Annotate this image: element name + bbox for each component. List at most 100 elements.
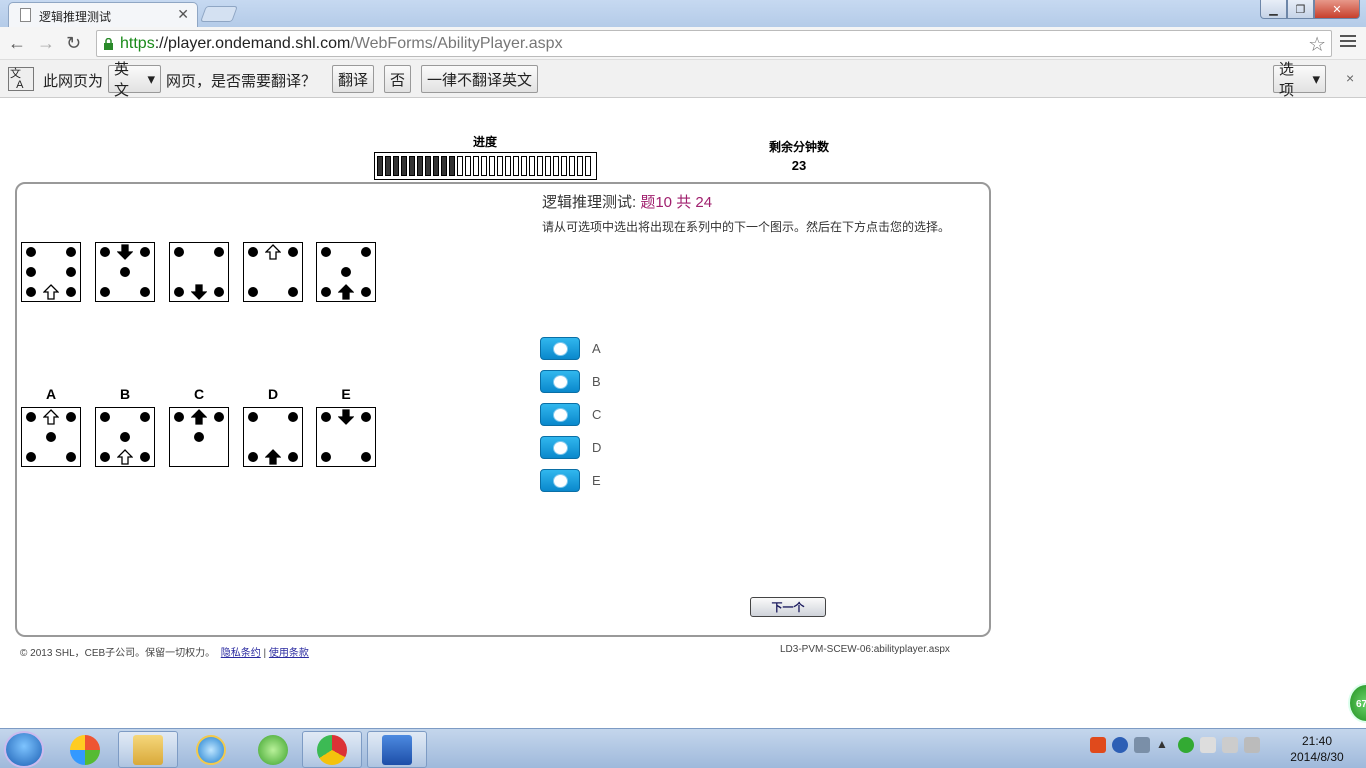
progress-segment bbox=[561, 156, 567, 176]
flag-icon[interactable] bbox=[1200, 737, 1216, 753]
options-button[interactable]: 选项 ▾ bbox=[1273, 61, 1326, 99]
back-arrow-icon[interactable]: ← bbox=[8, 33, 26, 54]
translate-button[interactable]: 翻译 bbox=[332, 65, 374, 93]
chrome-icon[interactable] bbox=[302, 731, 362, 768]
figure-dot bbox=[248, 412, 258, 422]
progress-segment bbox=[489, 156, 495, 176]
arrow-down-icon bbox=[337, 409, 355, 425]
figure-dot bbox=[361, 412, 371, 422]
radio-knob bbox=[553, 375, 568, 389]
series-figure bbox=[169, 242, 229, 302]
answer-label: B bbox=[592, 374, 601, 389]
progress-segment bbox=[465, 156, 471, 176]
next-button[interactable]: 下一个 bbox=[750, 597, 826, 617]
footer-copyright: © 2013 SHL，CEB子公司。保留一切权力。 隐私条约 | 使用条款 bbox=[20, 648, 309, 659]
answer-label: A bbox=[592, 341, 601, 356]
arrow-up-icon bbox=[264, 449, 282, 465]
progress-segment bbox=[497, 156, 503, 176]
progress-segment bbox=[417, 156, 423, 176]
translate-close-icon[interactable]: × bbox=[1346, 70, 1354, 86]
figure-dot bbox=[214, 247, 224, 257]
radio-button[interactable] bbox=[540, 436, 580, 459]
series-figure bbox=[316, 242, 376, 302]
question-title: 逻辑推理测试: 题10 共 24 bbox=[542, 194, 713, 211]
browser-tab[interactable]: 逻辑推理测试 ✕ bbox=[8, 2, 198, 27]
new-tab-button[interactable] bbox=[200, 6, 238, 22]
progress-segment bbox=[377, 156, 383, 176]
radio-button[interactable] bbox=[540, 403, 580, 426]
tab-close-icon[interactable]: ✕ bbox=[177, 6, 189, 23]
progress-segment bbox=[449, 156, 455, 176]
option-letter: A bbox=[45, 386, 57, 402]
figure-dot bbox=[288, 452, 298, 462]
close-window-button[interactable]: ✕ bbox=[1314, 0, 1360, 19]
explorer-icon[interactable] bbox=[118, 731, 178, 768]
answer-label: D bbox=[592, 440, 602, 455]
figure-dot bbox=[288, 247, 298, 257]
volume-icon[interactable] bbox=[1244, 737, 1260, 753]
sogou-icon[interactable] bbox=[1090, 737, 1106, 753]
browser-toolbar: ← → ↻ https://player.ondemand.shl.com/We… bbox=[0, 27, 1366, 60]
terms-link[interactable]: 使用条款 bbox=[269, 648, 309, 659]
title-bar: 逻辑推理测试 ✕ ▁ ❐ ✕ bbox=[0, 0, 1366, 27]
radio-knob bbox=[553, 408, 568, 422]
language-select[interactable]: 英文 ▾ bbox=[108, 61, 161, 99]
arrow-up-icon bbox=[264, 244, 282, 260]
progress-segment bbox=[577, 156, 583, 176]
figure-dot bbox=[26, 247, 36, 257]
series-figure bbox=[21, 242, 81, 302]
progress-segment bbox=[537, 156, 543, 176]
no-translate-button[interactable]: 否 bbox=[384, 65, 411, 93]
minimize-button[interactable]: ▁ bbox=[1260, 0, 1287, 19]
menu-icon[interactable] bbox=[1340, 35, 1356, 49]
option-letter: B bbox=[119, 386, 131, 402]
word-icon[interactable] bbox=[367, 731, 427, 768]
help-icon[interactable] bbox=[1112, 737, 1128, 753]
translate-suffix: 网页，是否需要翻译？ bbox=[166, 73, 317, 90]
time-remaining-label: 剩余分钟数 bbox=[768, 140, 829, 154]
radio-button[interactable] bbox=[540, 337, 580, 360]
progress-segment bbox=[553, 156, 559, 176]
figure-dot bbox=[341, 267, 351, 277]
arrow-up-icon bbox=[116, 449, 134, 465]
figure-dot bbox=[361, 247, 371, 257]
radio-button[interactable] bbox=[540, 370, 580, 393]
figure-dot bbox=[174, 412, 184, 422]
ie-icon[interactable] bbox=[181, 731, 241, 768]
page-icon bbox=[20, 8, 31, 22]
privacy-link[interactable]: 隐私条约 bbox=[221, 648, 261, 659]
taskbar: ▲ 21:40 2014/8/30 bbox=[0, 728, 1366, 768]
time-remaining-value: 23 bbox=[791, 158, 807, 173]
figure-dot bbox=[66, 247, 76, 257]
progress-segment bbox=[585, 156, 591, 176]
answer-label: C bbox=[592, 407, 602, 422]
arrow-up-icon bbox=[337, 284, 355, 300]
option-letter: C bbox=[193, 386, 205, 402]
radio-knob bbox=[553, 342, 568, 356]
progress-segment bbox=[513, 156, 519, 176]
maximize-button[interactable]: ❐ bbox=[1287, 0, 1314, 19]
figure-dot bbox=[321, 287, 331, 297]
power-icon[interactable] bbox=[1222, 737, 1238, 753]
network-icon[interactable] bbox=[1134, 737, 1150, 753]
figure-dot bbox=[248, 452, 258, 462]
forward-arrow-icon[interactable]: → bbox=[37, 33, 55, 54]
bookmark-star-icon[interactable]: ☆ bbox=[1308, 32, 1326, 57]
side-badge[interactable]: 67 bbox=[1348, 683, 1366, 723]
figure-dot bbox=[26, 452, 36, 462]
start-button[interactable] bbox=[4, 731, 44, 768]
browser-360-icon[interactable] bbox=[243, 731, 303, 768]
address-bar[interactable]: https://player.ondemand.shl.com/WebForms… bbox=[96, 30, 1332, 57]
never-translate-button[interactable]: 一律不翻译英文 bbox=[421, 65, 538, 93]
reload-icon[interactable]: ↻ bbox=[66, 33, 81, 54]
tray-expand-icon[interactable]: ▲ bbox=[1156, 737, 1172, 753]
progress-segment bbox=[569, 156, 575, 176]
arrow-down-icon bbox=[116, 244, 134, 260]
figure-dot bbox=[100, 412, 110, 422]
security-icon[interactable] bbox=[1178, 737, 1194, 753]
arrow-down-icon bbox=[190, 284, 208, 300]
clock[interactable]: 21:40 2014/8/30 bbox=[1282, 733, 1352, 765]
figure-dot bbox=[248, 247, 258, 257]
media-app-icon[interactable] bbox=[55, 731, 115, 768]
radio-button[interactable] bbox=[540, 469, 580, 492]
